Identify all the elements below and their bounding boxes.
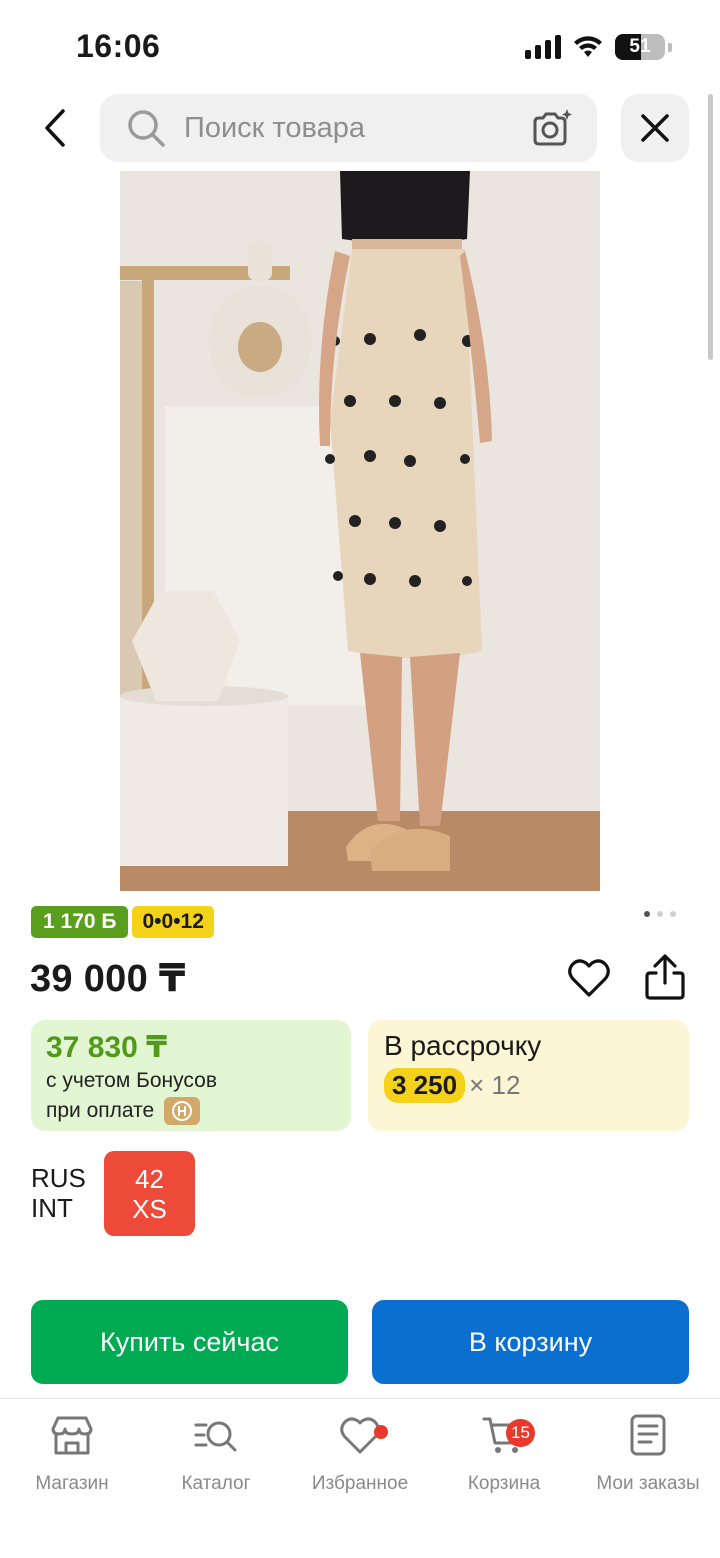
- back-button[interactable]: [30, 102, 82, 154]
- cellular-signal-icon: [525, 35, 561, 59]
- chevron-left-icon: [45, 109, 65, 147]
- favorites-notification-dot: [374, 1425, 388, 1439]
- tab-shop[interactable]: Магазин: [0, 1413, 144, 1495]
- tab-catalog[interactable]: Каталог: [144, 1413, 288, 1495]
- product-photo: [120, 171, 600, 891]
- status-time: 16:06: [76, 28, 161, 64]
- badges: 1 170 Б 0•0•12: [31, 906, 214, 938]
- price: 39 000 ₸: [30, 958, 186, 1000]
- tab-catalog-label: Каталог: [181, 1473, 251, 1494]
- installment-card[interactable]: В рассрочку 3 250 × 12: [368, 1020, 689, 1131]
- battery-level: 51: [629, 36, 651, 57]
- bonus-price: 37 830 ₸: [46, 1031, 167, 1064]
- orders-icon: [630, 1414, 666, 1456]
- share-button[interactable]: [642, 953, 688, 1001]
- shop-icon: [51, 1416, 93, 1455]
- buy-now-button[interactable]: Купить сейчас: [31, 1300, 348, 1384]
- cart-count-badge: 15: [506, 1419, 535, 1447]
- size-label-rus: RUS: [31, 1163, 86, 1193]
- favorite-button[interactable]: [566, 955, 612, 1001]
- tab-cart[interactable]: 15 Корзина: [432, 1413, 576, 1495]
- tab-orders-label: Мои заказы: [596, 1473, 700, 1494]
- tab-bar: Магазин Каталог Избранное 15 Корзина Мои…: [0, 1398, 720, 1558]
- scrollbar[interactable]: [708, 94, 713, 360]
- bonus-line-2-row: при оплате: [46, 1097, 336, 1125]
- installment-badge: 0•0•12: [132, 906, 214, 938]
- tab-cart-label: Корзина: [467, 1473, 541, 1494]
- camera-search-icon[interactable]: [531, 108, 573, 148]
- tab-shop-label: Магазин: [35, 1473, 109, 1494]
- size-label-int: INT: [31, 1193, 73, 1223]
- search-icon: [128, 110, 165, 147]
- bonus-badge: 1 170 Б: [31, 906, 129, 938]
- battery-tip: [668, 42, 672, 52]
- tab-orders[interactable]: Мои заказы: [576, 1413, 720, 1495]
- gallery-dot[interactable]: [670, 911, 676, 917]
- bonus-line-1: с учетом Бонусов: [46, 1069, 217, 1092]
- search-box[interactable]: [100, 94, 597, 162]
- bonus-line-2: при оплате: [46, 1099, 155, 1122]
- status-bar: 16:06 51: [0, 0, 720, 90]
- status-icons: 51: [525, 34, 672, 60]
- bonus-price-card[interactable]: 37 830 ₸ с учетом Бонусов при оплате: [31, 1020, 351, 1131]
- gallery-dot[interactable]: [644, 911, 650, 917]
- catalog-search-icon: [194, 1421, 237, 1452]
- battery-icon: 51: [615, 34, 665, 60]
- size-option-selected[interactable]: 42 XS: [104, 1151, 195, 1236]
- size-int-value: XS: [132, 1193, 167, 1224]
- installment-row: 3 250 × 12: [384, 1068, 673, 1103]
- size-rus-value: 42: [135, 1163, 164, 1194]
- payment-card-icon: [164, 1097, 201, 1125]
- heart-icon: [568, 959, 610, 997]
- close-button[interactable]: [621, 94, 689, 162]
- wifi-icon: [574, 36, 602, 57]
- share-icon: [645, 954, 685, 1000]
- installment-title: В рассрочку: [384, 1030, 542, 1061]
- gallery-dot[interactable]: [657, 911, 663, 917]
- size-system-labels: RUS INT: [31, 1163, 86, 1223]
- tab-favorites-label: Избранное: [311, 1473, 409, 1494]
- tab-favorites[interactable]: Избранное: [288, 1413, 432, 1495]
- installment-multiplier: × 12: [469, 1070, 521, 1100]
- installment-monthly: 3 250: [384, 1068, 466, 1103]
- product-image[interactable]: [120, 171, 600, 891]
- close-icon: [641, 114, 669, 142]
- gallery-pagination: [644, 911, 676, 917]
- search-input[interactable]: [184, 111, 514, 145]
- add-to-cart-button[interactable]: В корзину: [372, 1300, 689, 1384]
- header: [0, 94, 720, 164]
